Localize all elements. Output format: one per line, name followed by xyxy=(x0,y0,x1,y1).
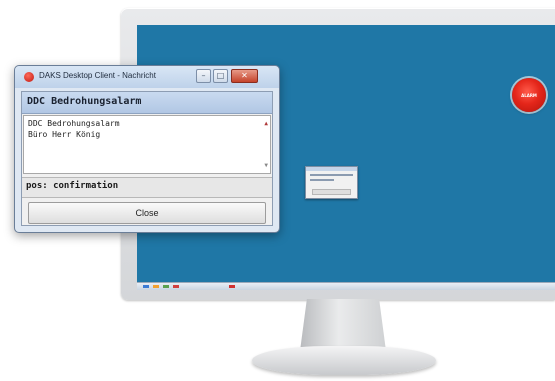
monitor-stand-base xyxy=(252,346,436,375)
dialog-titlebar[interactable]: DAKS Desktop Client - Nachricht – □ ✕ xyxy=(15,66,279,88)
monitor-stand-neck xyxy=(300,299,386,351)
message-line: Büro Herr König xyxy=(28,130,101,139)
message-text-area[interactable]: DDC Bedrohungsalarm Büro Herr König ▲ ▼ xyxy=(23,115,271,174)
message-line: DDC Bedrohungsalarm xyxy=(28,119,120,128)
message-dialog: DAKS Desktop Client - Nachricht – □ ✕ DD… xyxy=(14,65,280,233)
taskbar-app-icon[interactable] xyxy=(163,285,169,288)
heading-bar: DDC Bedrohungsalarm xyxy=(22,92,272,114)
alarm-button-label: ALARM xyxy=(521,92,537,98)
scroll-up-icon[interactable]: ▲ xyxy=(264,118,268,129)
maximize-button[interactable]: □ xyxy=(213,69,228,83)
close-window-button[interactable]: ✕ xyxy=(231,69,258,83)
mini-window-line xyxy=(310,179,334,181)
mini-window-titlebar xyxy=(306,167,357,171)
alarm-button[interactable]: ALARM xyxy=(512,78,546,112)
start-icon[interactable] xyxy=(143,285,149,288)
taskbar-app-icon[interactable] xyxy=(173,285,179,288)
minimize-button[interactable]: – xyxy=(196,69,211,83)
scroll-down-icon[interactable]: ▼ xyxy=(264,160,268,171)
taskbar[interactable] xyxy=(137,282,555,290)
dialog-client-area: DDC Bedrohungsalarm DDC Bedrohungsalarm … xyxy=(21,91,273,226)
dialog-title: DAKS Desktop Client - Nachricht xyxy=(39,71,156,80)
mini-window-line xyxy=(310,174,353,176)
desktop-message-window[interactable] xyxy=(305,166,358,199)
mini-window-button xyxy=(312,189,351,195)
position-status: pos: confirmation xyxy=(26,181,119,191)
status-bar: pos: confirmation xyxy=(22,177,272,198)
app-icon xyxy=(24,72,34,82)
taskbar-alarm-icon[interactable] xyxy=(229,285,235,288)
close-button[interactable]: Close xyxy=(28,202,266,224)
alarm-heading: DDC Bedrohungsalarm xyxy=(27,96,142,107)
taskbar-app-icon[interactable] xyxy=(153,285,159,288)
